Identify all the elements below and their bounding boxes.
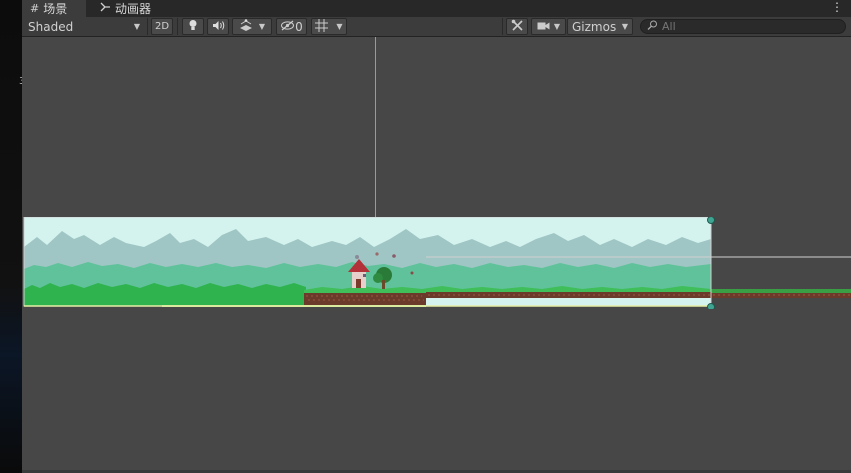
animator-icon [100, 2, 111, 15]
toolbar-divider [147, 18, 148, 35]
effects-toggle-button[interactable]: ▼ [232, 18, 272, 35]
effects-icon [239, 19, 253, 34]
tab-animator-label: 动画器 [115, 2, 152, 16]
chevron-down-icon: ▼ [258, 22, 266, 31]
grid-snap-icon [315, 18, 329, 35]
chevron-down-icon: ▼ [133, 22, 140, 31]
toolbar-divider [502, 18, 503, 35]
search-field[interactable] [640, 19, 846, 34]
gizmos-dropdown[interactable]: Gizmos ▼ [567, 18, 633, 35]
audio-toggle-button[interactable] [207, 18, 229, 35]
chevron-down-icon: ▼ [336, 22, 343, 31]
item-sprite [355, 255, 359, 259]
lightbulb-icon [188, 19, 198, 34]
item-sprite [410, 271, 414, 275]
toolbar-divider [177, 18, 178, 35]
gizmos-label: Gizmos [572, 19, 617, 34]
item-sprite [375, 252, 379, 256]
dirt-ground [304, 293, 426, 305]
scene-tools-button[interactable] [506, 18, 528, 35]
eye-slash-icon [280, 20, 295, 34]
scene-viewport[interactable] [22, 37, 851, 473]
scene-toolbar: Shaded ▼ 2D ▼ 0 ▼ ▼ Gizmos ▼ All [22, 17, 851, 37]
grass-foreground [24, 283, 306, 306]
tab-bar: # 场景 动画器 ⋮ [22, 0, 851, 17]
left-edge-panel: 3 [0, 0, 25, 473]
tab-scene-label: 场景 [43, 2, 68, 16]
hidden-count: 0 [295, 19, 303, 34]
camera-settings-button[interactable]: ▼ [531, 18, 566, 35]
chevron-down-icon: ▼ [553, 22, 561, 31]
shading-mode-value: Shaded [28, 19, 74, 34]
grass-edge-right [711, 289, 851, 293]
chevron-down-icon: ▼ [621, 22, 628, 31]
grid-snap-button[interactable]: ▼ [311, 18, 347, 35]
tab-scene[interactable]: # 场景 [22, 0, 86, 17]
scene-level-view[interactable] [22, 217, 851, 309]
resize-handle-bottom [707, 303, 715, 309]
hidden-objects-toggle-button[interactable]: 0 [276, 18, 307, 35]
item-sprite [392, 254, 396, 258]
tab-animator[interactable]: 动画器 [92, 0, 162, 17]
grid-icon: # [30, 2, 40, 15]
lighting-toggle-button[interactable] [182, 18, 204, 35]
more-vertical-icon[interactable]: ⋮ [831, 0, 843, 17]
tools-icon [511, 19, 524, 35]
2d-toggle-button[interactable]: 2D [151, 18, 173, 35]
search-input[interactable] [662, 20, 832, 33]
camera-guide-line [375, 37, 376, 217]
camera-icon [537, 20, 550, 34]
speaker-icon [212, 20, 225, 34]
search-icon [647, 20, 658, 33]
shading-mode-dropdown[interactable]: Shaded ▼ [24, 18, 144, 35]
resize-handle-top [707, 217, 715, 224]
